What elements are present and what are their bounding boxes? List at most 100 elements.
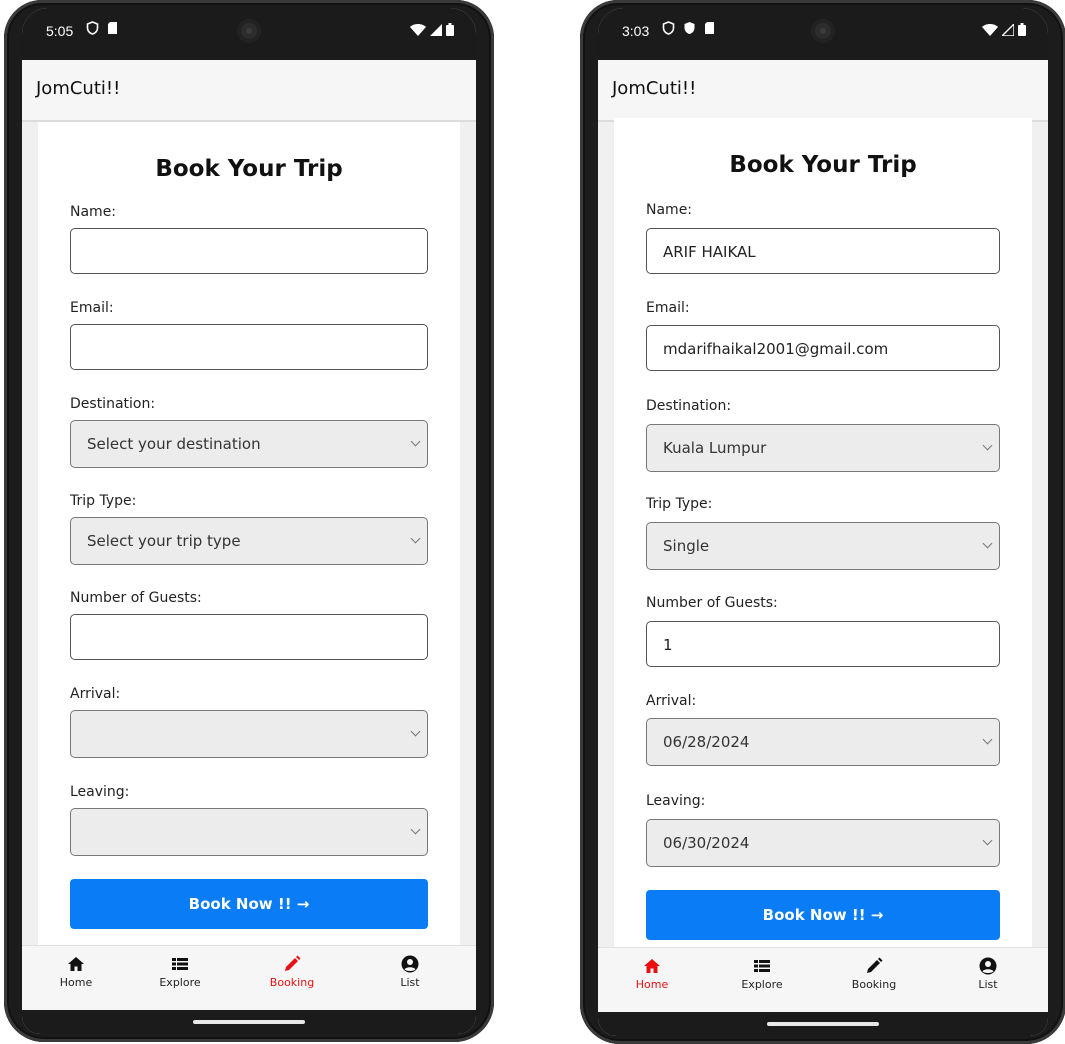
leaving-date-select[interactable]: 06/30/2024 xyxy=(646,819,1000,867)
battery-icon xyxy=(1018,23,1026,36)
arrival-value: 06/28/2024 xyxy=(663,733,750,751)
left-screen: 5:05 JomCuti!! Book Your Trip Name: Emai… xyxy=(22,8,476,1034)
book-now-button[interactable]: Book Now !! → xyxy=(70,879,428,929)
booking-card: Book Your Trip Name: Email: Destination:… xyxy=(38,122,460,1034)
home-indicator[interactable] xyxy=(22,1010,476,1034)
nav-list[interactable]: List xyxy=(370,954,450,989)
pencil-icon xyxy=(867,957,883,973)
name-label: Name: xyxy=(646,202,693,218)
trip-type-select[interactable]: Single xyxy=(646,522,1000,570)
home-icon xyxy=(68,957,84,971)
chevron-down-icon xyxy=(982,734,993,745)
arrival-label: Arrival: xyxy=(70,686,121,702)
home-icon xyxy=(644,959,660,973)
trip-type-value: Single xyxy=(663,537,710,555)
nav-booking[interactable]: Booking xyxy=(834,956,914,991)
app-bar: JomCuti!! xyxy=(598,60,1048,122)
nav-explore[interactable]: Explore xyxy=(140,954,220,989)
shield-icon xyxy=(86,21,99,35)
email-field[interactable] xyxy=(70,324,428,370)
nav-home-label: Home xyxy=(635,978,669,991)
leaving-label: Leaving: xyxy=(646,793,706,809)
destination-value: Kuala Lumpur xyxy=(663,439,767,457)
shield-icon xyxy=(662,21,675,35)
guests-field[interactable] xyxy=(70,614,428,660)
nav-explore[interactable]: Explore xyxy=(722,956,802,991)
email-label: Email: xyxy=(646,300,690,316)
app-title: JomCuti!! xyxy=(612,78,697,99)
trip-type-value: Select your trip type xyxy=(87,532,241,550)
leaving-label: Leaving: xyxy=(70,784,130,800)
trip-type-label: Trip Type: xyxy=(646,496,713,512)
pencil-icon xyxy=(285,955,301,971)
chevron-down-icon xyxy=(982,440,993,451)
user-circle-icon xyxy=(401,955,419,973)
name-label: Name: xyxy=(70,204,117,220)
booking-card: Book Your Trip Name: ARIF HAIKAL Email: … xyxy=(614,118,1032,1036)
shield-icon xyxy=(684,22,695,34)
battery-icon xyxy=(446,23,454,36)
destination-label: Destination: xyxy=(646,398,732,414)
status-time: 5:05 xyxy=(46,23,74,39)
nav-list[interactable]: List xyxy=(948,956,1028,991)
trip-type-label: Trip Type: xyxy=(70,493,137,509)
list-icon xyxy=(754,960,770,972)
left-phone: 5:05 JomCuti!! Book Your Trip Name: Emai… xyxy=(4,0,494,1042)
wifi-icon xyxy=(410,23,426,36)
nav-list-label: List xyxy=(978,978,998,991)
nav-list-label: List xyxy=(400,976,420,989)
status-bar: 3:03 xyxy=(598,8,1048,60)
chevron-down-icon xyxy=(982,538,993,549)
wifi-icon xyxy=(982,23,998,36)
right-phone: 3:03 JomCuti!! Book Your Trip Name: ARIF… xyxy=(580,0,1065,1044)
page-title: Book Your Trip xyxy=(155,156,343,182)
chevron-down-icon xyxy=(410,436,421,447)
guests-label: Number of Guests: xyxy=(70,590,202,606)
front-camera xyxy=(237,19,261,43)
signal-icon xyxy=(1002,23,1014,36)
destination-value: Select your destination xyxy=(87,435,261,453)
leaving-date-select[interactable] xyxy=(70,808,428,856)
sim-icon xyxy=(108,22,117,34)
nav-home[interactable]: Home xyxy=(612,956,692,991)
guests-label: Number of Guests: xyxy=(646,595,778,611)
guests-field[interactable]: 1 xyxy=(646,621,1000,667)
arrival-date-select[interactable] xyxy=(70,710,428,758)
arrival-label: Arrival: xyxy=(646,693,697,709)
app-title: JomCuti!! xyxy=(36,78,121,99)
bottom-nav: Home Explore Booking List xyxy=(598,947,1048,1012)
chevron-down-icon xyxy=(410,824,421,835)
nav-booking-label: Booking xyxy=(269,976,315,989)
name-field[interactable] xyxy=(70,228,428,274)
chevron-down-icon xyxy=(410,533,421,544)
arrival-date-select[interactable]: 06/28/2024 xyxy=(646,718,1000,766)
signal-icon xyxy=(430,23,442,36)
front-camera xyxy=(811,19,835,43)
list-icon xyxy=(172,958,188,970)
bottom-nav: Home Explore Booking List xyxy=(22,945,476,1010)
chevron-down-icon xyxy=(410,726,421,737)
app-bar: JomCuti!! xyxy=(22,60,476,122)
status-bar: 5:05 xyxy=(22,8,476,60)
leaving-value: 06/30/2024 xyxy=(663,834,750,852)
email-label: Email: xyxy=(70,300,114,316)
nav-booking-label: Booking xyxy=(851,978,897,991)
destination-select[interactable]: Kuala Lumpur xyxy=(646,424,1000,472)
book-now-button[interactable]: Book Now !! → xyxy=(646,890,1000,940)
destination-select[interactable]: Select your destination xyxy=(70,420,428,468)
email-field[interactable]: mdarifhaikal2001@gmail.com xyxy=(646,325,1000,371)
status-time: 3:03 xyxy=(622,23,650,39)
home-indicator[interactable] xyxy=(598,1012,1048,1036)
right-screen: 3:03 JomCuti!! Book Your Trip Name: ARIF… xyxy=(598,8,1048,1036)
nav-explore-label: Explore xyxy=(159,976,201,989)
nav-explore-label: Explore xyxy=(741,978,783,991)
page-title: Book Your Trip xyxy=(729,152,917,178)
sim-icon xyxy=(705,22,714,34)
nav-booking[interactable]: Booking xyxy=(252,954,332,989)
name-field[interactable]: ARIF HAIKAL xyxy=(646,228,1000,274)
trip-type-select[interactable]: Select your trip type xyxy=(70,517,428,565)
nav-home-label: Home xyxy=(59,976,93,989)
chevron-down-icon xyxy=(982,835,993,846)
destination-label: Destination: xyxy=(70,396,156,412)
nav-home[interactable]: Home xyxy=(36,954,116,989)
